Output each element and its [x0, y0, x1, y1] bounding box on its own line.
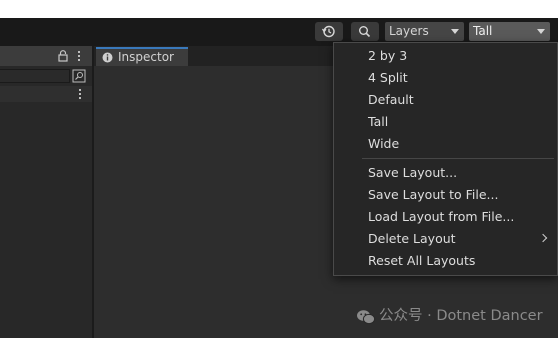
menu-separator [362, 158, 554, 159]
lock-icon[interactable] [58, 50, 68, 62]
chevron-down-icon [537, 29, 545, 34]
menu-item-layout-tall[interactable]: Tall [334, 111, 557, 133]
menu-item-label: Reset All Layouts [368, 253, 476, 268]
kebab-menu-icon[interactable] [78, 51, 80, 63]
window-top-strip [0, 0, 558, 18]
wechat-icon [357, 310, 376, 325]
history-icon [321, 25, 335, 38]
menu-item-label: Default [368, 92, 414, 107]
hierarchy-search-input[interactable] [0, 69, 70, 83]
history-button[interactable] [315, 22, 343, 41]
info-icon [102, 52, 113, 63]
menu-item-label: 4 Split [368, 70, 408, 85]
watermark-text: 公众号 · Dotnet Dancer [379, 308, 543, 324]
layout-dropdown[interactable]: Tall [469, 22, 550, 41]
menu-item-layout-default[interactable]: Default [334, 89, 557, 111]
menu-item-layout-2-by-3[interactable]: 2 by 3 [334, 45, 557, 67]
search-by-type-icon[interactable] [72, 69, 86, 83]
menu-item-label: 2 by 3 [368, 48, 408, 63]
layout-dropdown-menu: 2 by 3 4 Split Default Tall Wide Save La… [333, 42, 558, 276]
hierarchy-panel [0, 46, 92, 338]
menu-item-label: Save Layout... [368, 165, 458, 180]
menu-item-load-layout-from-file[interactable]: Load Layout from File... [334, 206, 557, 228]
menu-item-layout-wide[interactable]: Wide [334, 133, 557, 155]
menu-item-label: Tall [368, 114, 389, 129]
chevron-down-icon [451, 29, 459, 34]
search-icon [358, 25, 371, 38]
menu-item-save-layout[interactable]: Save Layout... [334, 162, 557, 184]
menu-item-label: Wide [368, 136, 400, 151]
tab-inspector[interactable]: Inspector [96, 47, 188, 66]
chevron-right-icon [538, 233, 548, 243]
menu-item-label: Load Layout from File... [368, 209, 515, 224]
menu-item-delete-layout[interactable]: Delete Layout [334, 228, 557, 250]
menu-item-label: Save Layout to File... [368, 187, 499, 202]
layout-dropdown-label: Tall [473, 24, 493, 38]
menu-item-label: Delete Layout [368, 231, 456, 246]
menu-item-save-layout-to-file[interactable]: Save Layout to File... [334, 184, 557, 206]
hierarchy-panel-header [0, 46, 92, 66]
layers-dropdown-label: Layers [389, 24, 429, 38]
tab-inspector-label: Inspector [118, 50, 174, 64]
kebab-menu-icon[interactable] [79, 89, 81, 101]
menu-item-reset-all-layouts[interactable]: Reset All Layouts [334, 250, 557, 272]
layers-dropdown[interactable]: Layers [385, 22, 464, 41]
search-button[interactable] [351, 22, 379, 41]
menu-item-layout-4-split[interactable]: 4 Split [334, 67, 557, 89]
